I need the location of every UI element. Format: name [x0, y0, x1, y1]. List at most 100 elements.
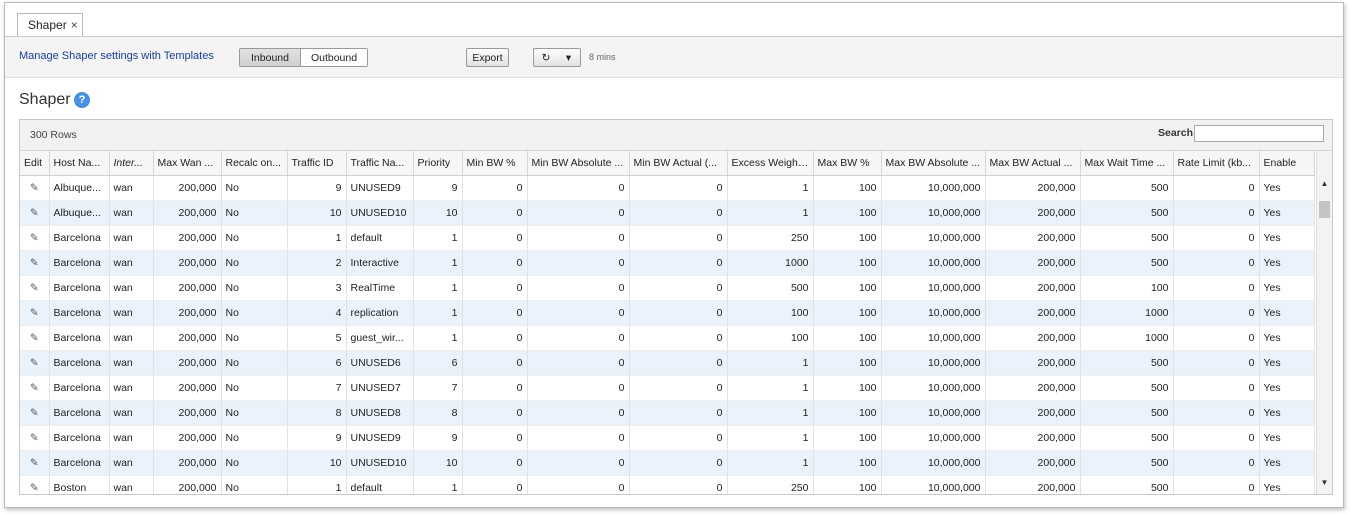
table-cell: Yes: [1259, 350, 1315, 376]
edit-icon[interactable]: ✎: [20, 175, 50, 201]
table-cell: No: [221, 300, 288, 326]
table-cell: No: [221, 475, 288, 494]
table-cell: 0: [462, 200, 528, 226]
table-cell: 0: [462, 350, 528, 376]
table-cell: 100: [813, 225, 882, 251]
table-row[interactable]: ✎ Barcelona wan 200,000 No 10 UNUSED10 10 0 0 0 1 10…: [20, 450, 1315, 476]
edit-icon[interactable]: ✎: [20, 300, 50, 326]
page-title: Shaper: [19, 91, 71, 108]
scroll-down-icon[interactable]: ▼: [1317, 478, 1332, 490]
table-row[interactable]: ✎ Barcelona wan 200,000 No 8 UNUSED8 8 0 0 0 1 100 10…: [20, 400, 1315, 426]
table-cell: 0: [527, 400, 630, 426]
column-header[interactable]: Max BW Actual ...: [985, 151, 1081, 176]
column-header[interactable]: Traffic Na...: [346, 151, 414, 176]
column-header[interactable]: Min BW %: [462, 151, 528, 176]
edit-icon[interactable]: ✎: [20, 375, 50, 401]
table-row[interactable]: ✎ Albuque... wan 200,000 No 9 UNUSED9 9 0 0 0 1 100 1…: [20, 175, 1315, 201]
table-cell: 0: [629, 475, 728, 494]
table-row[interactable]: ✎ Barcelona wan 200,000 No 2 Interactive 1 0 0 0 10…: [20, 250, 1315, 276]
table-cell: 0: [629, 425, 728, 451]
inbound-button[interactable]: Inbound: [240, 49, 301, 66]
column-header[interactable]: Max Wan ...: [153, 151, 222, 176]
table-cell: 0: [527, 450, 630, 476]
column-header[interactable]: Max BW %: [813, 151, 882, 176]
table-cell: 100: [813, 275, 882, 301]
table-cell: 0: [1173, 450, 1260, 476]
scroll-up-icon[interactable]: ▲: [1317, 179, 1332, 191]
edit-icon[interactable]: ✎: [20, 325, 50, 351]
table-cell: 0: [1173, 275, 1260, 301]
edit-icon[interactable]: ✎: [20, 450, 50, 476]
table-cell: No: [221, 400, 288, 426]
table-cell: 1: [727, 200, 814, 226]
table-row[interactable]: ✎ Barcelona wan 200,000 No 4 replication 1 0 0 0 10…: [20, 300, 1315, 326]
edit-icon[interactable]: ✎: [20, 250, 50, 276]
manage-templates-link[interactable]: Manage Shaper settings with Templates: [19, 50, 214, 62]
table-row[interactable]: ✎ Barcelona wan 200,000 No 5 guest_wir... 1 0 0 0 1…: [20, 325, 1315, 351]
table-cell: UNUSED7: [346, 375, 414, 401]
vertical-scrollbar[interactable]: ▲ ▼: [1316, 151, 1332, 494]
edit-icon[interactable]: ✎: [20, 475, 50, 494]
table-row[interactable]: ✎ Barcelona wan 200,000 No 7 UNUSED7 7 0 0 0 1 100 10…: [20, 375, 1315, 401]
edit-icon[interactable]: ✎: [20, 400, 50, 426]
column-header[interactable]: Max BW Absolute ...: [881, 151, 986, 176]
table-row[interactable]: ✎ Boston wan 200,000 No 1 default 1 0 0 0 250 100 10,…: [20, 475, 1315, 494]
outbound-button[interactable]: Outbound: [301, 49, 367, 66]
column-header[interactable]: Excess Weight...: [727, 151, 814, 176]
table-cell: UNUSED6: [346, 350, 414, 376]
column-header[interactable]: Rate Limit (kb...: [1173, 151, 1260, 176]
table-cell: 10,000,000: [881, 375, 986, 401]
refresh-menu-chevron-down-icon[interactable]: ▾: [557, 48, 581, 67]
table-cell: Yes: [1259, 400, 1315, 426]
scroll-thumb[interactable]: [1319, 201, 1330, 218]
table-cell: 100: [813, 200, 882, 226]
column-header[interactable]: Enable: [1259, 151, 1315, 176]
table-cell: Yes: [1259, 275, 1315, 301]
table-cell: 0: [462, 375, 528, 401]
column-header[interactable]: Min BW Absolute ...: [527, 151, 630, 176]
refresh-icon[interactable]: ↻: [533, 48, 559, 67]
table-cell: No: [221, 450, 288, 476]
shaper-table: Edit Host Na... Inter... Max Wan ... Recalc …: [20, 151, 1315, 494]
table-cell: 0: [629, 200, 728, 226]
table-row[interactable]: ✎ Barcelona wan 200,000 No 6 UNUSED6 6 0 0 0 1 100 10…: [20, 350, 1315, 376]
table-cell: 0: [462, 225, 528, 251]
column-header[interactable]: Inter...: [109, 151, 154, 176]
table-cell: 1: [287, 225, 347, 251]
column-header[interactable]: Min BW Actual (...: [629, 151, 728, 176]
table-cell: 9: [287, 425, 347, 451]
table-cell: 8: [413, 400, 463, 426]
export-button[interactable]: Export: [466, 48, 509, 67]
tab-shaper[interactable]: Shaper ×: [17, 13, 83, 36]
column-header[interactable]: Priority: [413, 151, 463, 176]
table-cell: 10,000,000: [881, 475, 986, 494]
table-cell: 10,000,000: [881, 350, 986, 376]
table-row[interactable]: ✎ Barcelona wan 200,000 No 3 RealTime 1 0 0 0 500 10…: [20, 275, 1315, 301]
column-header[interactable]: Host Na...: [49, 151, 110, 176]
table-cell: 9: [287, 175, 347, 201]
edit-icon[interactable]: ✎: [20, 200, 50, 226]
edit-icon[interactable]: ✎: [20, 425, 50, 451]
table-cell: 200,000: [985, 425, 1081, 451]
table-cell: No: [221, 200, 288, 226]
table-cell: 10,000,000: [881, 400, 986, 426]
search-input[interactable]: [1194, 125, 1324, 142]
table-cell: Barcelona: [49, 400, 110, 426]
table-cell: 200,000: [153, 275, 222, 301]
column-header[interactable]: Max Wait Time ...: [1080, 151, 1174, 176]
edit-icon[interactable]: ✎: [20, 275, 50, 301]
column-header[interactable]: Edit: [20, 151, 50, 176]
table-cell: wan: [109, 450, 154, 476]
table-row[interactable]: ✎ Albuque... wan 200,000 No 10 UNUSED10 10 0 0 0 1 1…: [20, 200, 1315, 226]
table-cell: 500: [1080, 350, 1174, 376]
column-header[interactable]: Recalc on...: [221, 151, 288, 176]
table-row[interactable]: ✎ Barcelona wan 200,000 No 1 default 1 0 0 0 250 100…: [20, 225, 1315, 251]
edit-icon[interactable]: ✎: [20, 350, 50, 376]
shaper-grid: 300 Rows Search Edit Host Na... Inter... Ma…: [19, 119, 1333, 495]
column-header[interactable]: Traffic ID: [287, 151, 347, 176]
help-icon[interactable]: ?: [74, 92, 90, 108]
edit-icon[interactable]: ✎: [20, 225, 50, 251]
table-row[interactable]: ✎ Barcelona wan 200,000 No 9 UNUSED9 9 0 0 0 1 100 10…: [20, 425, 1315, 451]
close-icon[interactable]: ×: [71, 18, 78, 32]
table-cell: 100: [813, 325, 882, 351]
